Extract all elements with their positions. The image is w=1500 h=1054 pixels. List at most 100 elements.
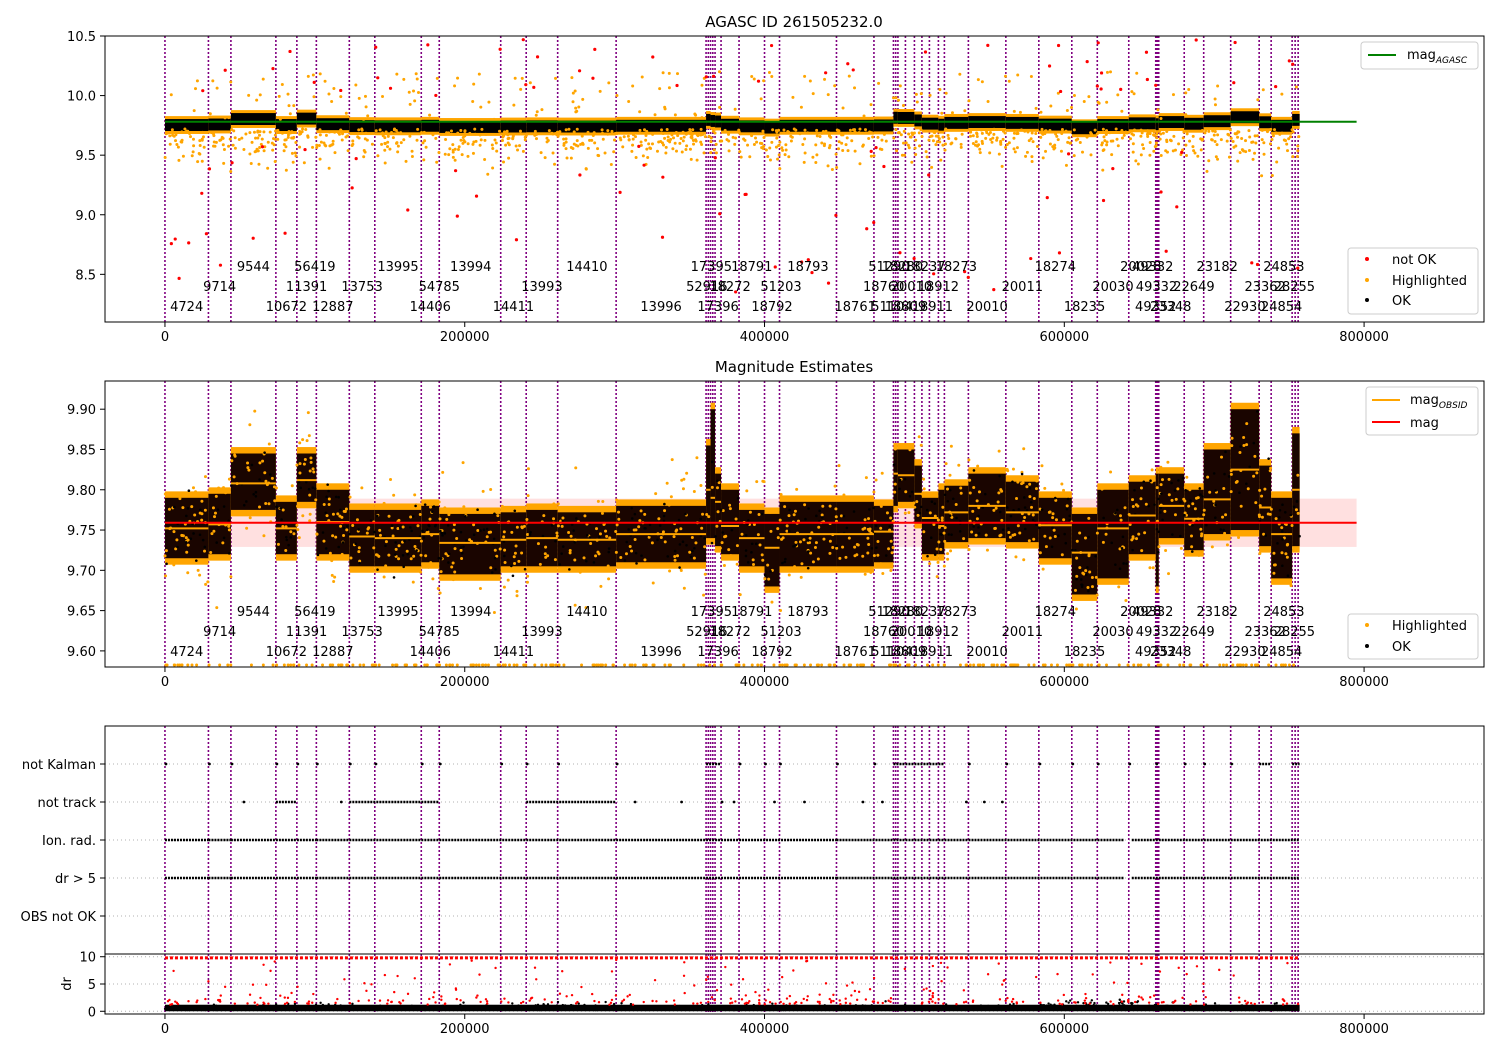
highlighted-point bbox=[323, 79, 327, 83]
highlighted-point bbox=[188, 131, 192, 135]
dr-ok-point bbox=[1202, 1008, 1205, 1011]
ok-point bbox=[946, 499, 950, 503]
ok-point bbox=[311, 486, 315, 489]
highlighted-point bbox=[268, 130, 272, 134]
highlighted-point bbox=[493, 548, 497, 552]
highlighted-point-clipped bbox=[562, 663, 566, 667]
highlighted-point bbox=[409, 515, 413, 519]
highlighted-point bbox=[1152, 130, 1156, 134]
highlighted-point bbox=[910, 160, 914, 164]
dr-not-ok-point bbox=[997, 962, 1000, 965]
dr-not-ok-point bbox=[754, 990, 757, 994]
highlighted-point bbox=[949, 549, 953, 553]
not-ok-point bbox=[388, 86, 393, 90]
highlighted-point bbox=[383, 136, 387, 140]
highlighted-point bbox=[707, 515, 711, 519]
highlighted-point bbox=[835, 165, 839, 169]
highlighted-point bbox=[394, 547, 398, 551]
highlighted-point bbox=[1253, 454, 1257, 458]
highlighted-point bbox=[322, 539, 326, 543]
dr-ok-point bbox=[1265, 1006, 1269, 1009]
highlighted-point bbox=[768, 510, 772, 514]
highlighted-point bbox=[1157, 545, 1161, 549]
highlighted-point bbox=[1220, 536, 1224, 540]
highlighted-point bbox=[758, 543, 762, 547]
ok-point bbox=[634, 551, 638, 555]
dr-not-ok-point bbox=[365, 989, 368, 993]
not-ok-point bbox=[1096, 41, 1100, 45]
highlighted-point bbox=[901, 104, 905, 108]
highlighted-point-clipped bbox=[914, 663, 918, 667]
highlighted-point bbox=[1229, 472, 1233, 476]
highlighted-point bbox=[1200, 128, 1204, 132]
ok-point bbox=[1276, 542, 1279, 545]
highlighted-point bbox=[198, 143, 202, 147]
highlighted-point bbox=[222, 147, 226, 151]
highlighted-point bbox=[681, 130, 685, 134]
dr-ok-point bbox=[1247, 1006, 1251, 1010]
dr-ok-point bbox=[466, 1008, 470, 1012]
not-ok-point bbox=[1232, 81, 1236, 85]
highlighted-point bbox=[617, 510, 621, 514]
highlighted-point bbox=[312, 95, 316, 99]
highlighted-point bbox=[422, 130, 426, 134]
dr-not-ok-point bbox=[626, 995, 629, 998]
highlighted-point bbox=[1164, 549, 1168, 553]
highlighted-point bbox=[729, 554, 733, 558]
highlighted-point bbox=[942, 531, 946, 535]
ok-points-band bbox=[208, 118, 231, 131]
dr-ok-point bbox=[1166, 1007, 1170, 1011]
highlighted-point bbox=[383, 161, 387, 165]
x-tick-label: 600000 bbox=[1039, 675, 1089, 690]
dr-ok-point bbox=[423, 1008, 426, 1012]
flag-category-label: dr > 5 bbox=[55, 872, 96, 887]
highlighted-point bbox=[1155, 136, 1159, 140]
dr-not-ok-point bbox=[169, 1003, 172, 1006]
highlighted-point bbox=[638, 519, 642, 523]
highlighted-point-clipped bbox=[450, 663, 454, 667]
highlighted-point-clipped bbox=[261, 663, 265, 667]
highlighted-point bbox=[935, 575, 939, 579]
highlighted-point bbox=[364, 105, 368, 109]
obsid-label: 24854 bbox=[1261, 300, 1302, 315]
not-ok-point bbox=[426, 43, 430, 47]
highlighted-point bbox=[752, 142, 756, 146]
ok-point bbox=[441, 534, 444, 537]
dr-not-ok-point bbox=[631, 1003, 635, 1006]
highlighted-point bbox=[1031, 513, 1035, 517]
highlighted-point bbox=[1072, 154, 1076, 158]
not-ok-point bbox=[204, 232, 209, 236]
highlighted-point bbox=[301, 438, 305, 442]
not-ok-point bbox=[711, 74, 716, 78]
highlighted-point bbox=[1191, 502, 1195, 506]
highlighted-point bbox=[1043, 486, 1047, 490]
flag-point bbox=[1000, 800, 1004, 804]
dr-ok-point bbox=[351, 1008, 354, 1011]
flag-point bbox=[764, 762, 767, 766]
highlighted-point bbox=[435, 76, 439, 80]
highlighted-point bbox=[180, 534, 184, 538]
highlighted-point bbox=[390, 131, 394, 135]
dr-ok-point bbox=[1052, 1005, 1055, 1009]
highlighted-point bbox=[327, 92, 331, 96]
dr-not-ok-point bbox=[357, 999, 360, 1003]
highlighted-point bbox=[1187, 504, 1191, 508]
highlighted-point bbox=[301, 514, 305, 518]
dr-ok-point bbox=[500, 1007, 503, 1010]
highlighted-point bbox=[1040, 127, 1044, 131]
highlighted-point bbox=[670, 133, 674, 137]
dr-not-ok-point bbox=[1088, 1002, 1091, 1005]
ok-point bbox=[1177, 479, 1180, 482]
highlighted-point bbox=[1083, 536, 1087, 540]
dr-not-ok-point bbox=[393, 990, 396, 994]
dr-not-ok-point bbox=[1015, 1001, 1018, 1004]
highlighted-point bbox=[1015, 146, 1019, 150]
highlighted-point-clipped bbox=[554, 663, 558, 667]
highlighted-point bbox=[419, 539, 423, 543]
ok-point bbox=[1205, 523, 1208, 527]
highlighted-point bbox=[1102, 135, 1106, 139]
highlighted-point bbox=[735, 544, 739, 548]
highlighted-point bbox=[1020, 482, 1024, 486]
dr-ok-point bbox=[1010, 1005, 1014, 1008]
highlighted-point bbox=[880, 471, 884, 475]
